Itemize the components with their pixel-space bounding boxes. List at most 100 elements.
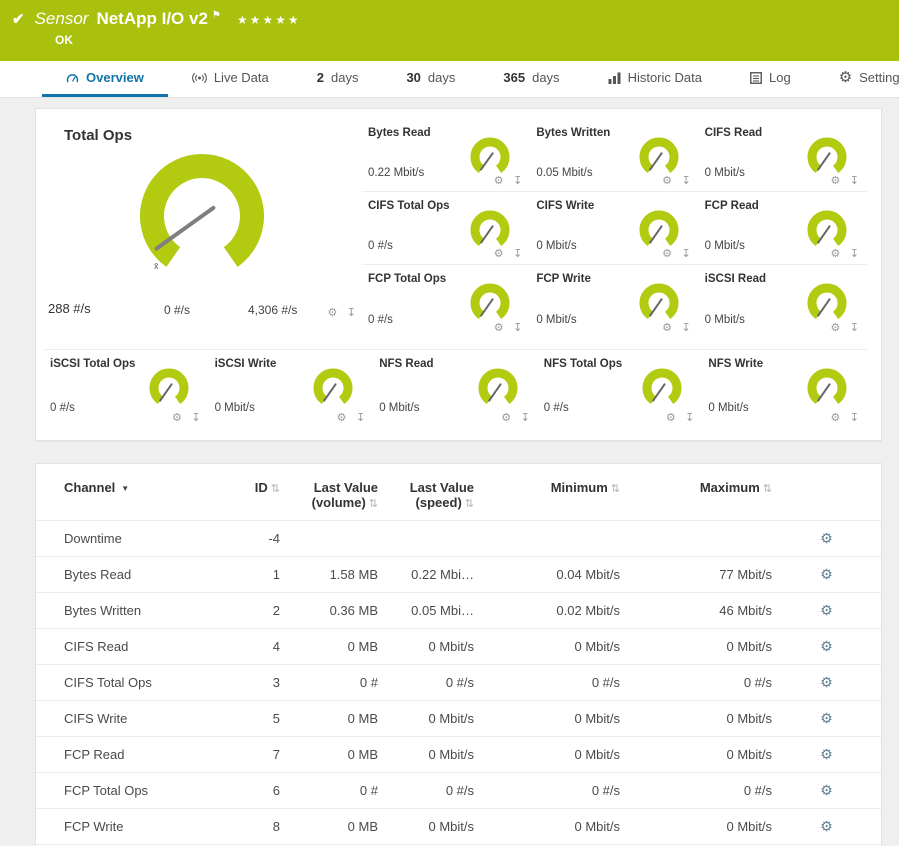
- channel-settings-gear-icon[interactable]: ⚙: [820, 674, 833, 690]
- gauge-download-icon[interactable]: ↧: [685, 412, 694, 424]
- channel-name-cell[interactable]: FCP Total Ops: [36, 773, 218, 809]
- gauge-settings-icon[interactable]: ⚙: [830, 175, 840, 187]
- gauge-download-icon[interactable]: ↧: [347, 307, 356, 319]
- channel-table-row[interactable]: CIFS Write 5 0 MB 0 Mbit/s 0 Mbit/s 0 Mb…: [36, 701, 881, 737]
- gauge-settings-icon[interactable]: ⚙: [662, 175, 672, 187]
- gauge-settings-icon[interactable]: ⚙: [666, 412, 676, 424]
- gauge-download-icon[interactable]: ↧: [850, 175, 859, 187]
- channel-name-cell[interactable]: FCP Read: [36, 737, 218, 773]
- tab-label: days: [331, 70, 358, 85]
- channel-table-row[interactable]: CIFS Total Ops 3 0 # 0 #/s 0 #/s 0 #/s ⚙: [36, 665, 881, 701]
- gauge-settings-icon[interactable]: ⚙: [501, 412, 511, 424]
- tab-label: Historic Data: [628, 70, 702, 85]
- tab-historic-data[interactable]: Historic Data: [584, 61, 726, 97]
- channel-gauge-cell: iSCSI Total Ops 0 #/s ⚙ ↧: [44, 350, 209, 432]
- tab-365-days[interactable]: 365 days: [479, 61, 583, 97]
- channel-table-row[interactable]: Downtime -4 ⚙: [36, 521, 881, 557]
- channel-gauge-cell: FCP Write 0 Mbit/s ⚙ ↧: [530, 265, 698, 338]
- column-header-maximum[interactable]: Maximum⇅: [620, 464, 772, 521]
- channel-table-row[interactable]: FCP Write 8 0 MB 0 Mbit/s 0 Mbit/s 0 Mbi…: [36, 809, 881, 845]
- gauge-settings-icon[interactable]: ⚙: [494, 322, 504, 334]
- channel-name-cell[interactable]: Downtime: [36, 521, 218, 557]
- tab-2-days[interactable]: 2 days: [293, 61, 383, 97]
- gauge-download-icon[interactable]: ↧: [513, 175, 522, 187]
- tab-settings[interactable]: ⚙ Settings: [815, 61, 899, 97]
- column-header-last-value-volume[interactable]: Last Value (volume)⇅: [280, 464, 378, 521]
- channel-name-cell[interactable]: Bytes Read: [36, 557, 218, 593]
- gauge-value: 0 Mbit/s: [215, 402, 255, 414]
- gauge-download-icon[interactable]: ↧: [681, 248, 690, 260]
- gauge-value: 0 Mbit/s: [536, 314, 576, 326]
- channel-table-row[interactable]: CIFS Read 4 0 MB 0 Mbit/s 0 Mbit/s 0 Mbi…: [36, 629, 881, 665]
- tab-label: Log: [769, 70, 791, 85]
- column-header-id[interactable]: ID⇅: [218, 464, 280, 521]
- channel-name-cell[interactable]: CIFS Write: [36, 701, 218, 737]
- gauge-dial: [464, 279, 516, 323]
- gauge-settings-icon[interactable]: ⚙: [662, 248, 672, 260]
- sort-icon: ⇅: [611, 483, 620, 495]
- tab-label: days: [428, 70, 455, 85]
- channel-settings-gear-icon[interactable]: ⚙: [820, 530, 833, 546]
- gauge-download-icon[interactable]: ↧: [850, 322, 859, 334]
- gauge-download-icon[interactable]: ↧: [681, 175, 690, 187]
- column-label: Maximum: [700, 480, 760, 495]
- gauge-settings-icon[interactable]: ⚙: [662, 322, 672, 334]
- gauge-download-icon[interactable]: ↧: [521, 412, 530, 424]
- flag-icon[interactable]: ⚑: [212, 10, 221, 21]
- channel-settings-gear-icon[interactable]: ⚙: [820, 638, 833, 654]
- sensor-header: ✔ Sensor NetApp I/O v2 ⚑ ★★★★★ OK: [0, 0, 899, 61]
- column-header-last-value-speed[interactable]: Last Value (speed)⇅: [378, 464, 474, 521]
- gauge-title: iSCSI Read: [705, 273, 766, 285]
- gauge-settings-icon[interactable]: ⚙: [494, 248, 504, 260]
- channel-settings-gear-icon[interactable]: ⚙: [820, 602, 833, 618]
- gauges-panel: Total Ops x̄ 288 #/s 0 #/s 4,306 #/s ⚙ ↧…: [35, 108, 882, 441]
- channel-gauge-cell: CIFS Total Ops 0 #/s ⚙ ↧: [362, 192, 530, 265]
- channel-table-row[interactable]: FCP Total Ops 6 0 # 0 #/s 0 #/s 0 #/s ⚙: [36, 773, 881, 809]
- channel-settings-gear-icon[interactable]: ⚙: [820, 746, 833, 762]
- gauge-download-icon[interactable]: ↧: [850, 412, 859, 424]
- gauge-download-icon[interactable]: ↧: [356, 412, 365, 424]
- channel-name-cell[interactable]: Bytes Written: [36, 593, 218, 629]
- gauge-dial: [801, 279, 853, 323]
- channel-table-row[interactable]: FCP Read 7 0 MB 0 Mbit/s 0 Mbit/s 0 Mbit…: [36, 737, 881, 773]
- gauge-download-icon[interactable]: ↧: [681, 322, 690, 334]
- tab-30-days[interactable]: 30 days: [382, 61, 479, 97]
- gauge-settings-icon[interactable]: ⚙: [494, 175, 504, 187]
- gauge-value: 0 #/s: [544, 402, 569, 414]
- gauge-settings-icon[interactable]: ⚙: [830, 322, 840, 334]
- gauge-download-icon[interactable]: ↧: [191, 412, 200, 424]
- gauge-settings-icon[interactable]: ⚙: [327, 307, 337, 319]
- channel-settings-gear-icon[interactable]: ⚙: [820, 566, 833, 582]
- gauge-value: 0 #/s: [368, 240, 393, 252]
- tab-log[interactable]: Log: [726, 61, 815, 97]
- column-header-actions: [772, 464, 881, 521]
- gauge-settings-icon[interactable]: ⚙: [337, 412, 347, 424]
- tab-live-data[interactable]: Live Data: [168, 61, 293, 97]
- gauge-settings-icon[interactable]: ⚙: [830, 248, 840, 260]
- gauge-settings-icon[interactable]: ⚙: [172, 412, 182, 424]
- gauge-settings-icon[interactable]: ⚙: [830, 412, 840, 424]
- priority-stars[interactable]: ★★★★★: [237, 13, 301, 27]
- minimum-cell: 0.04 Mbit/s: [474, 557, 620, 593]
- channel-name-cell[interactable]: CIFS Read: [36, 629, 218, 665]
- channel-table-row[interactable]: Bytes Written 2 0.36 MB 0.05 Mbi… 0.02 M…: [36, 593, 881, 629]
- sensor-name: NetApp I/O v2: [96, 9, 207, 29]
- gauge-download-icon[interactable]: ↧: [513, 248, 522, 260]
- column-header-channel[interactable]: Channel▼: [36, 464, 218, 521]
- channel-settings-gear-icon[interactable]: ⚙: [820, 782, 833, 798]
- gauge-dial: [633, 279, 685, 323]
- channel-name-cell[interactable]: FCP Write: [36, 809, 218, 845]
- tab-overview[interactable]: Overview: [42, 61, 168, 97]
- gauge-download-icon[interactable]: ↧: [850, 248, 859, 260]
- last-value-volume-cell: [280, 521, 378, 557]
- maximum-cell: 0 Mbit/s: [620, 629, 772, 665]
- channel-settings-gear-icon[interactable]: ⚙: [820, 818, 833, 834]
- gauge-download-icon[interactable]: ↧: [513, 322, 522, 334]
- gauge-value: 0.05 Mbit/s: [536, 167, 592, 179]
- channel-id-cell: -4: [218, 521, 280, 557]
- channel-name-cell[interactable]: CIFS Total Ops: [36, 665, 218, 701]
- maximum-cell: 0 #/s: [620, 773, 772, 809]
- column-header-minimum[interactable]: Minimum⇅: [474, 464, 620, 521]
- channel-settings-gear-icon[interactable]: ⚙: [820, 710, 833, 726]
- channel-table-row[interactable]: Bytes Read 1 1.58 MB 0.22 Mbi… 0.04 Mbit…: [36, 557, 881, 593]
